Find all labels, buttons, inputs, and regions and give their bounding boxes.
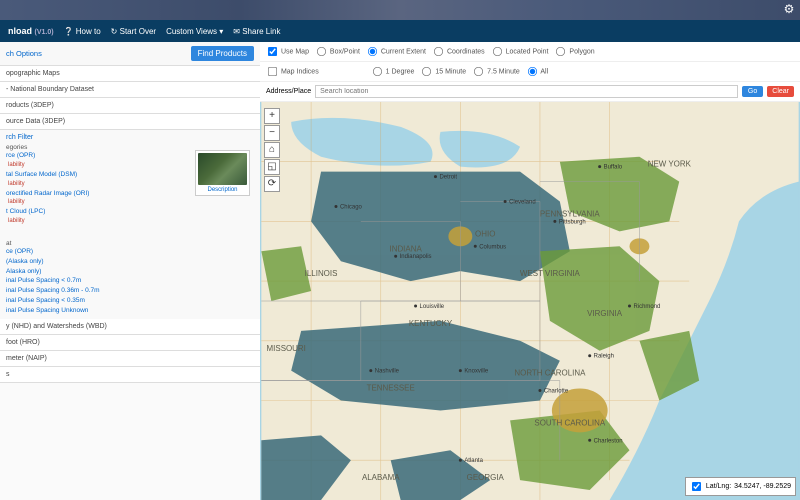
svg-text:ILLINOIS: ILLINOIS bbox=[305, 269, 338, 278]
polygon-radio[interactable]: Polygon bbox=[554, 45, 594, 58]
svg-text:Detroit: Detroit bbox=[439, 175, 457, 181]
clear-button[interactable]: Clear bbox=[767, 86, 794, 97]
svg-text:Richmond: Richmond bbox=[633, 304, 660, 310]
addr-label: Address/Place bbox=[266, 88, 311, 95]
svg-text:NEW YORK: NEW YORK bbox=[648, 160, 692, 169]
startover-link[interactable]: ↻ Start Over bbox=[111, 27, 156, 36]
extent-controls: Use Map Box/Point Current Extent Coordin… bbox=[260, 42, 800, 62]
map-canvas[interactable]: + − ⌂ ◱ ⟳ bbox=[260, 102, 800, 500]
svg-text:VIRGINIA: VIRGINIA bbox=[587, 309, 623, 318]
section-natbound[interactable]: - National Boundary Dataset bbox=[0, 82, 260, 98]
fmt-item[interactable]: inal Pulse Spacing < 0.35m bbox=[6, 296, 254, 306]
search-input[interactable] bbox=[315, 85, 738, 98]
all-radio[interactable]: All bbox=[526, 65, 548, 78]
coord-readout: Lat/Lng: 34.5247, -89.2529 bbox=[685, 477, 796, 496]
howto-link[interactable]: ❔ How to bbox=[64, 27, 101, 36]
svg-text:SOUTH CAROLINA: SOUTH CAROLINA bbox=[534, 418, 605, 427]
locpt-radio[interactable]: Located Point bbox=[491, 45, 549, 58]
sharelink-link[interactable]: ✉ Share Link bbox=[233, 27, 280, 36]
svg-text:ALABAMA: ALABAMA bbox=[362, 473, 400, 482]
zoom-out-button[interactable]: − bbox=[264, 125, 280, 141]
min15-radio[interactable]: 15 Minute bbox=[420, 65, 466, 78]
sidebar: ch Options Find Products opographic Maps… bbox=[0, 42, 260, 500]
deg1-radio[interactable]: 1 Degree bbox=[371, 65, 415, 78]
svg-text:Nashville: Nashville bbox=[375, 369, 400, 375]
svg-text:Knoxville: Knoxville bbox=[464, 369, 489, 375]
svg-text:NORTH CAROLINA: NORTH CAROLINA bbox=[514, 369, 586, 378]
navbar: nload (V1.0) ❔ How to ↻ Start Over Custo… bbox=[0, 20, 800, 42]
zoom-controls: + − ⌂ ◱ ⟳ bbox=[264, 108, 280, 192]
coord-toggle[interactable] bbox=[692, 482, 701, 491]
svg-text:Columbus: Columbus bbox=[479, 244, 506, 250]
svg-text:Chicago: Chicago bbox=[340, 204, 363, 210]
svg-text:Indianapolis: Indianapolis bbox=[400, 254, 432, 260]
curext-radio[interactable]: Current Extent bbox=[366, 45, 426, 58]
svg-text:KENTUCKY: KENTUCKY bbox=[409, 319, 453, 328]
app-brand: nload (V1.0) bbox=[8, 26, 54, 36]
filter-heading: rch Filter bbox=[6, 134, 254, 141]
format-heading: at bbox=[6, 240, 254, 247]
cat-lpc[interactable]: t Cloud (LPC) bbox=[6, 207, 254, 217]
index-controls: Map Indices 1 Degree 15 Minute 7.5 Minut… bbox=[260, 62, 800, 82]
search-filter-panel: rch Filter egories rce (OPR)lability tal… bbox=[0, 130, 260, 319]
coords-radio[interactable]: Coordinates bbox=[432, 45, 485, 58]
mapidx-check[interactable]: Map Indices bbox=[266, 65, 319, 78]
find-products-button[interactable]: Find Products bbox=[191, 46, 254, 61]
fmt-item[interactable]: ce (OPR) bbox=[6, 247, 254, 257]
fmt-item[interactable]: inal Pulse Spacing 0.36m - 0.7m bbox=[6, 286, 254, 296]
svg-text:MISSOURI: MISSOURI bbox=[267, 344, 306, 353]
usemap-check[interactable]: Use Map bbox=[266, 45, 309, 58]
fmt-item[interactable]: inal Pulse Spacing < 0.7m bbox=[6, 276, 254, 286]
section-s[interactable]: s bbox=[0, 367, 260, 383]
fmt-item[interactable]: (Alaska only) bbox=[6, 257, 254, 267]
terrain-thumb-icon bbox=[198, 153, 247, 185]
section-source[interactable]: ource Data (3DEP) bbox=[0, 114, 260, 130]
min75-radio[interactable]: 7.5 Minute bbox=[472, 65, 520, 78]
search-options-label: ch Options bbox=[6, 49, 42, 58]
layers-button[interactable]: ◱ bbox=[264, 159, 280, 175]
svg-text:Raleigh: Raleigh bbox=[594, 354, 614, 360]
map-svg[interactable]: NEW YORK PENNSYLVANIA OHIO INDIANA ILLIN… bbox=[260, 102, 800, 500]
description-thumbnail[interactable]: Description bbox=[195, 150, 250, 196]
svg-text:GEORGIA: GEORGIA bbox=[467, 473, 505, 482]
svg-text:PENNSYLVANIA: PENNSYLVANIA bbox=[540, 209, 601, 218]
refresh-button[interactable]: ⟳ bbox=[264, 176, 280, 192]
svg-text:INDIANA: INDIANA bbox=[389, 244, 422, 253]
zoom-in-button[interactable]: + bbox=[264, 108, 280, 124]
svg-text:Cleveland: Cleveland bbox=[509, 199, 536, 205]
svg-text:WEST VIRGINIA: WEST VIRGINIA bbox=[520, 269, 581, 278]
boxpoint-radio[interactable]: Box/Point bbox=[315, 45, 360, 58]
section-topo[interactable]: opographic Maps bbox=[0, 66, 260, 82]
format-list: ce (OPR) (Alaska only) Alaska only) inal… bbox=[6, 247, 254, 315]
svg-text:Atlanta: Atlanta bbox=[464, 458, 483, 464]
svg-text:Charlotte: Charlotte bbox=[544, 389, 569, 395]
svg-text:Buffalo: Buffalo bbox=[604, 165, 623, 171]
main-panel: Use Map Box/Point Current Extent Coordin… bbox=[260, 42, 800, 500]
customviews-menu[interactable]: Custom Views ▾ bbox=[166, 27, 223, 36]
section-products[interactable]: roducts (3DEP) bbox=[0, 98, 260, 114]
svg-text:Charleston: Charleston bbox=[594, 438, 623, 444]
section-hro[interactable]: foot (HRO) bbox=[0, 335, 260, 351]
section-nhd[interactable]: y (NHD) and Watersheds (WBD) bbox=[0, 319, 260, 335]
go-button[interactable]: Go bbox=[742, 86, 763, 97]
svg-text:Pittsburgh: Pittsburgh bbox=[559, 219, 586, 225]
gear-icon[interactable]: ⚙ bbox=[782, 2, 796, 16]
svg-text:TENNESSEE: TENNESSEE bbox=[367, 384, 415, 393]
window-titlebar: ⚙ bbox=[0, 0, 800, 20]
svg-text:OHIO: OHIO bbox=[475, 229, 495, 238]
home-button[interactable]: ⌂ bbox=[264, 142, 280, 158]
svg-text:Louisville: Louisville bbox=[420, 304, 445, 310]
fmt-item[interactable]: Alaska only) bbox=[6, 267, 254, 277]
section-naip[interactable]: meter (NAIP) bbox=[0, 351, 260, 367]
fmt-item[interactable]: inal Pulse Spacing Unknown bbox=[6, 306, 254, 316]
